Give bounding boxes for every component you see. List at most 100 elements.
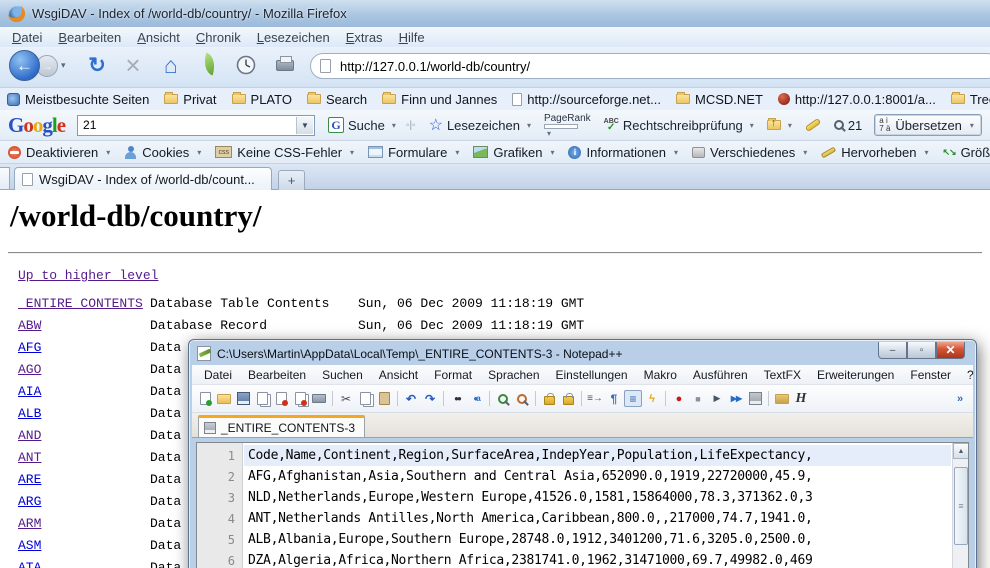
open-folder-icon[interactable] [215, 390, 233, 407]
webdev-grafiken[interactable]: Grafiken [473, 145, 554, 160]
webdev-deaktivieren[interactable]: Deaktivieren [8, 145, 110, 160]
entry-link[interactable]: ABW [18, 318, 41, 333]
entry-link[interactable]: AGO [18, 362, 41, 377]
pagerank-widget[interactable]: PageRank [544, 113, 591, 138]
webdev-hervorheben[interactable]: Hervorheben [821, 145, 928, 160]
webdev-cookies[interactable]: Cookies [124, 145, 201, 160]
menu-datei[interactable]: Datei [4, 29, 50, 46]
find-icon[interactable]: ●● [448, 390, 466, 407]
up-to-higher-level-link[interactable]: Up to higher level [18, 268, 158, 283]
npp-menu-suchen[interactable]: Suchen [314, 367, 371, 383]
minimize-button[interactable]: – [878, 342, 907, 359]
redo-icon[interactable]: ↷ [421, 390, 439, 407]
save-all-icon[interactable] [253, 390, 271, 407]
print-button[interactable] [276, 60, 294, 71]
replace-icon[interactable]: ●a [467, 390, 485, 407]
bookmark-folder-privat[interactable]: Privat [164, 92, 216, 107]
function-completion-icon[interactable]: ϟ [643, 390, 661, 407]
print-icon[interactable] [310, 390, 328, 407]
entry-link[interactable]: AIA [18, 384, 41, 399]
textfx-H-icon[interactable]: H [792, 390, 810, 407]
sync-vertical-icon[interactable] [540, 390, 558, 407]
npp-menu-format[interactable]: Format [426, 367, 480, 383]
bookmark-folder-search[interactable]: Search [307, 92, 367, 107]
google-search-button[interactable]: GSuche [328, 117, 396, 133]
entry-link[interactable]: ARG [18, 494, 41, 509]
close-all-docs-icon[interactable] [291, 390, 309, 407]
menu-ansicht[interactable]: Ansicht [129, 29, 188, 46]
entry-link[interactable]: ALB [18, 406, 41, 421]
new-file-icon[interactable] [196, 390, 214, 407]
highlighter-button[interactable] [805, 122, 821, 128]
npp-menu-bearbeiten[interactable]: Bearbeiten [240, 367, 314, 383]
stop-macro-icon[interactable]: ■ [689, 390, 707, 407]
google-search-input[interactable]: 21▼ [77, 115, 315, 136]
entry-link[interactable]: ARE [18, 472, 41, 487]
npp-menu-erweiterungen[interactable]: Erweiterungen [809, 367, 902, 383]
zoom-indicator[interactable]: 21 [834, 118, 862, 133]
notepadpp-titlebar[interactable]: C:\Users\Martin\AppData\Local\Temp\_ENTI… [192, 342, 973, 365]
translate-button[interactable]: a i7 äÜbersetzen [874, 114, 982, 136]
toolbar-overflow-icon[interactable]: » [951, 390, 969, 407]
entry-link[interactable]: ATA [18, 560, 41, 568]
stop-button[interactable]: × [120, 52, 146, 78]
npp-menu-sprachen[interactable]: Sprachen [480, 367, 547, 383]
google-bookmarks-button[interactable]: ☆Lesezeichen [429, 115, 531, 135]
zoom-in-icon[interactable] [494, 390, 512, 407]
search-dropdown-icon[interactable]: ▼ [296, 117, 313, 134]
npp-menu-ausfuehren[interactable]: Ausführen [685, 367, 756, 383]
bookmark-folder-tree-samples[interactable]: Tree Samples [951, 92, 990, 107]
save-icon[interactable] [234, 390, 252, 407]
restore-button[interactable]: ▫ [907, 342, 936, 359]
menu-chronik[interactable]: Chronik [188, 29, 249, 46]
cut-icon[interactable]: ✂ [337, 390, 355, 407]
save-macro-icon[interactable] [746, 390, 764, 407]
npp-menu-ansicht[interactable]: Ansicht [371, 367, 426, 383]
npp-menu-textfx[interactable]: TextFX [756, 367, 809, 383]
npp-menu-close-doc[interactable]: X [982, 367, 990, 383]
menu-bearbeiten[interactable]: Bearbeiten [50, 29, 129, 46]
entry-link[interactable]: ASM [18, 538, 41, 553]
url-text[interactable]: http://127.0.0.1/world-db/country/ [340, 59, 530, 74]
bookmark-folder-plato[interactable]: PLATO [232, 92, 292, 107]
bookmark-folder-finn-und-jannes[interactable]: Finn und Jannes [382, 92, 497, 107]
menu-hilfe[interactable]: Hilfe [391, 29, 433, 46]
paste-icon[interactable] [375, 390, 393, 407]
doc-switcher-icon[interactable] [773, 390, 791, 407]
webdev-verschiedenes[interactable]: Verschiedenes [692, 145, 807, 160]
entry-link[interactable]: _ENTIRE_CONTENTS [18, 296, 143, 311]
npp-menu-datei[interactable]: Datei [196, 367, 240, 383]
bookmark-sourceforge[interactable]: http://sourceforge.net... [512, 92, 661, 107]
new-tab-button[interactable]: + [278, 170, 305, 191]
bookmark-localhost-8001[interactable]: http://127.0.0.1:8001/a... [778, 92, 936, 107]
close-button[interactable]: ✕ [936, 342, 965, 359]
entry-link[interactable]: ANT [18, 450, 41, 465]
bookmark-folder-mcsd[interactable]: MCSD.NET [676, 92, 763, 107]
bookmark-most-visited[interactable]: Meistbesuchte Seiten [7, 92, 149, 107]
play-macro-icon[interactable]: ▶ [708, 390, 726, 407]
copy-icon[interactable] [356, 390, 374, 407]
run-macro-multiple-icon[interactable]: ▶▶ [727, 390, 745, 407]
entry-link[interactable]: ARM [18, 516, 41, 531]
entry-link[interactable]: AFG [18, 340, 41, 355]
npp-tab-entire-contents[interactable]: _ENTIRE_CONTENTS-3 [198, 415, 365, 437]
editor-area[interactable]: 1Code,Name,Continent,Region,SurfaceArea,… [196, 442, 969, 568]
webdev-css[interactable]: cssKeine CSS-Fehler [215, 145, 354, 160]
menu-lesezeichen[interactable]: Lesezeichen [249, 29, 338, 46]
record-macro-icon[interactable]: ● [670, 390, 688, 407]
reload-button[interactable]: ↻ [84, 52, 110, 78]
scroll-up-icon[interactable]: ▲ [953, 443, 969, 459]
history-clock-icon[interactable] [236, 55, 256, 75]
show-paragraph-icon[interactable]: ¶ [605, 390, 623, 407]
spellcheck-button[interactable]: ABC✓Rechtschreibprüfung [604, 118, 754, 133]
word-wrap-icon[interactable]: ≡→ [586, 390, 604, 407]
npp-menu-einstellungen[interactable]: Einstellungen [548, 367, 636, 383]
history-dropdown-icon[interactable]: ▾ [61, 60, 66, 71]
home-button[interactable]: ⌂ [158, 52, 184, 78]
send-to-button[interactable] [767, 120, 792, 130]
url-bar[interactable]: http://127.0.0.1/world-db/country/ [310, 53, 990, 79]
back-button[interactable]: ← [9, 50, 40, 81]
webdev-groesse[interactable]: ↖↘Größe [942, 145, 990, 160]
tab-wsgidav[interactable]: WsgiDAV - Index of /world-db/count... [14, 167, 272, 191]
sync-horizontal-icon[interactable] [559, 390, 577, 407]
